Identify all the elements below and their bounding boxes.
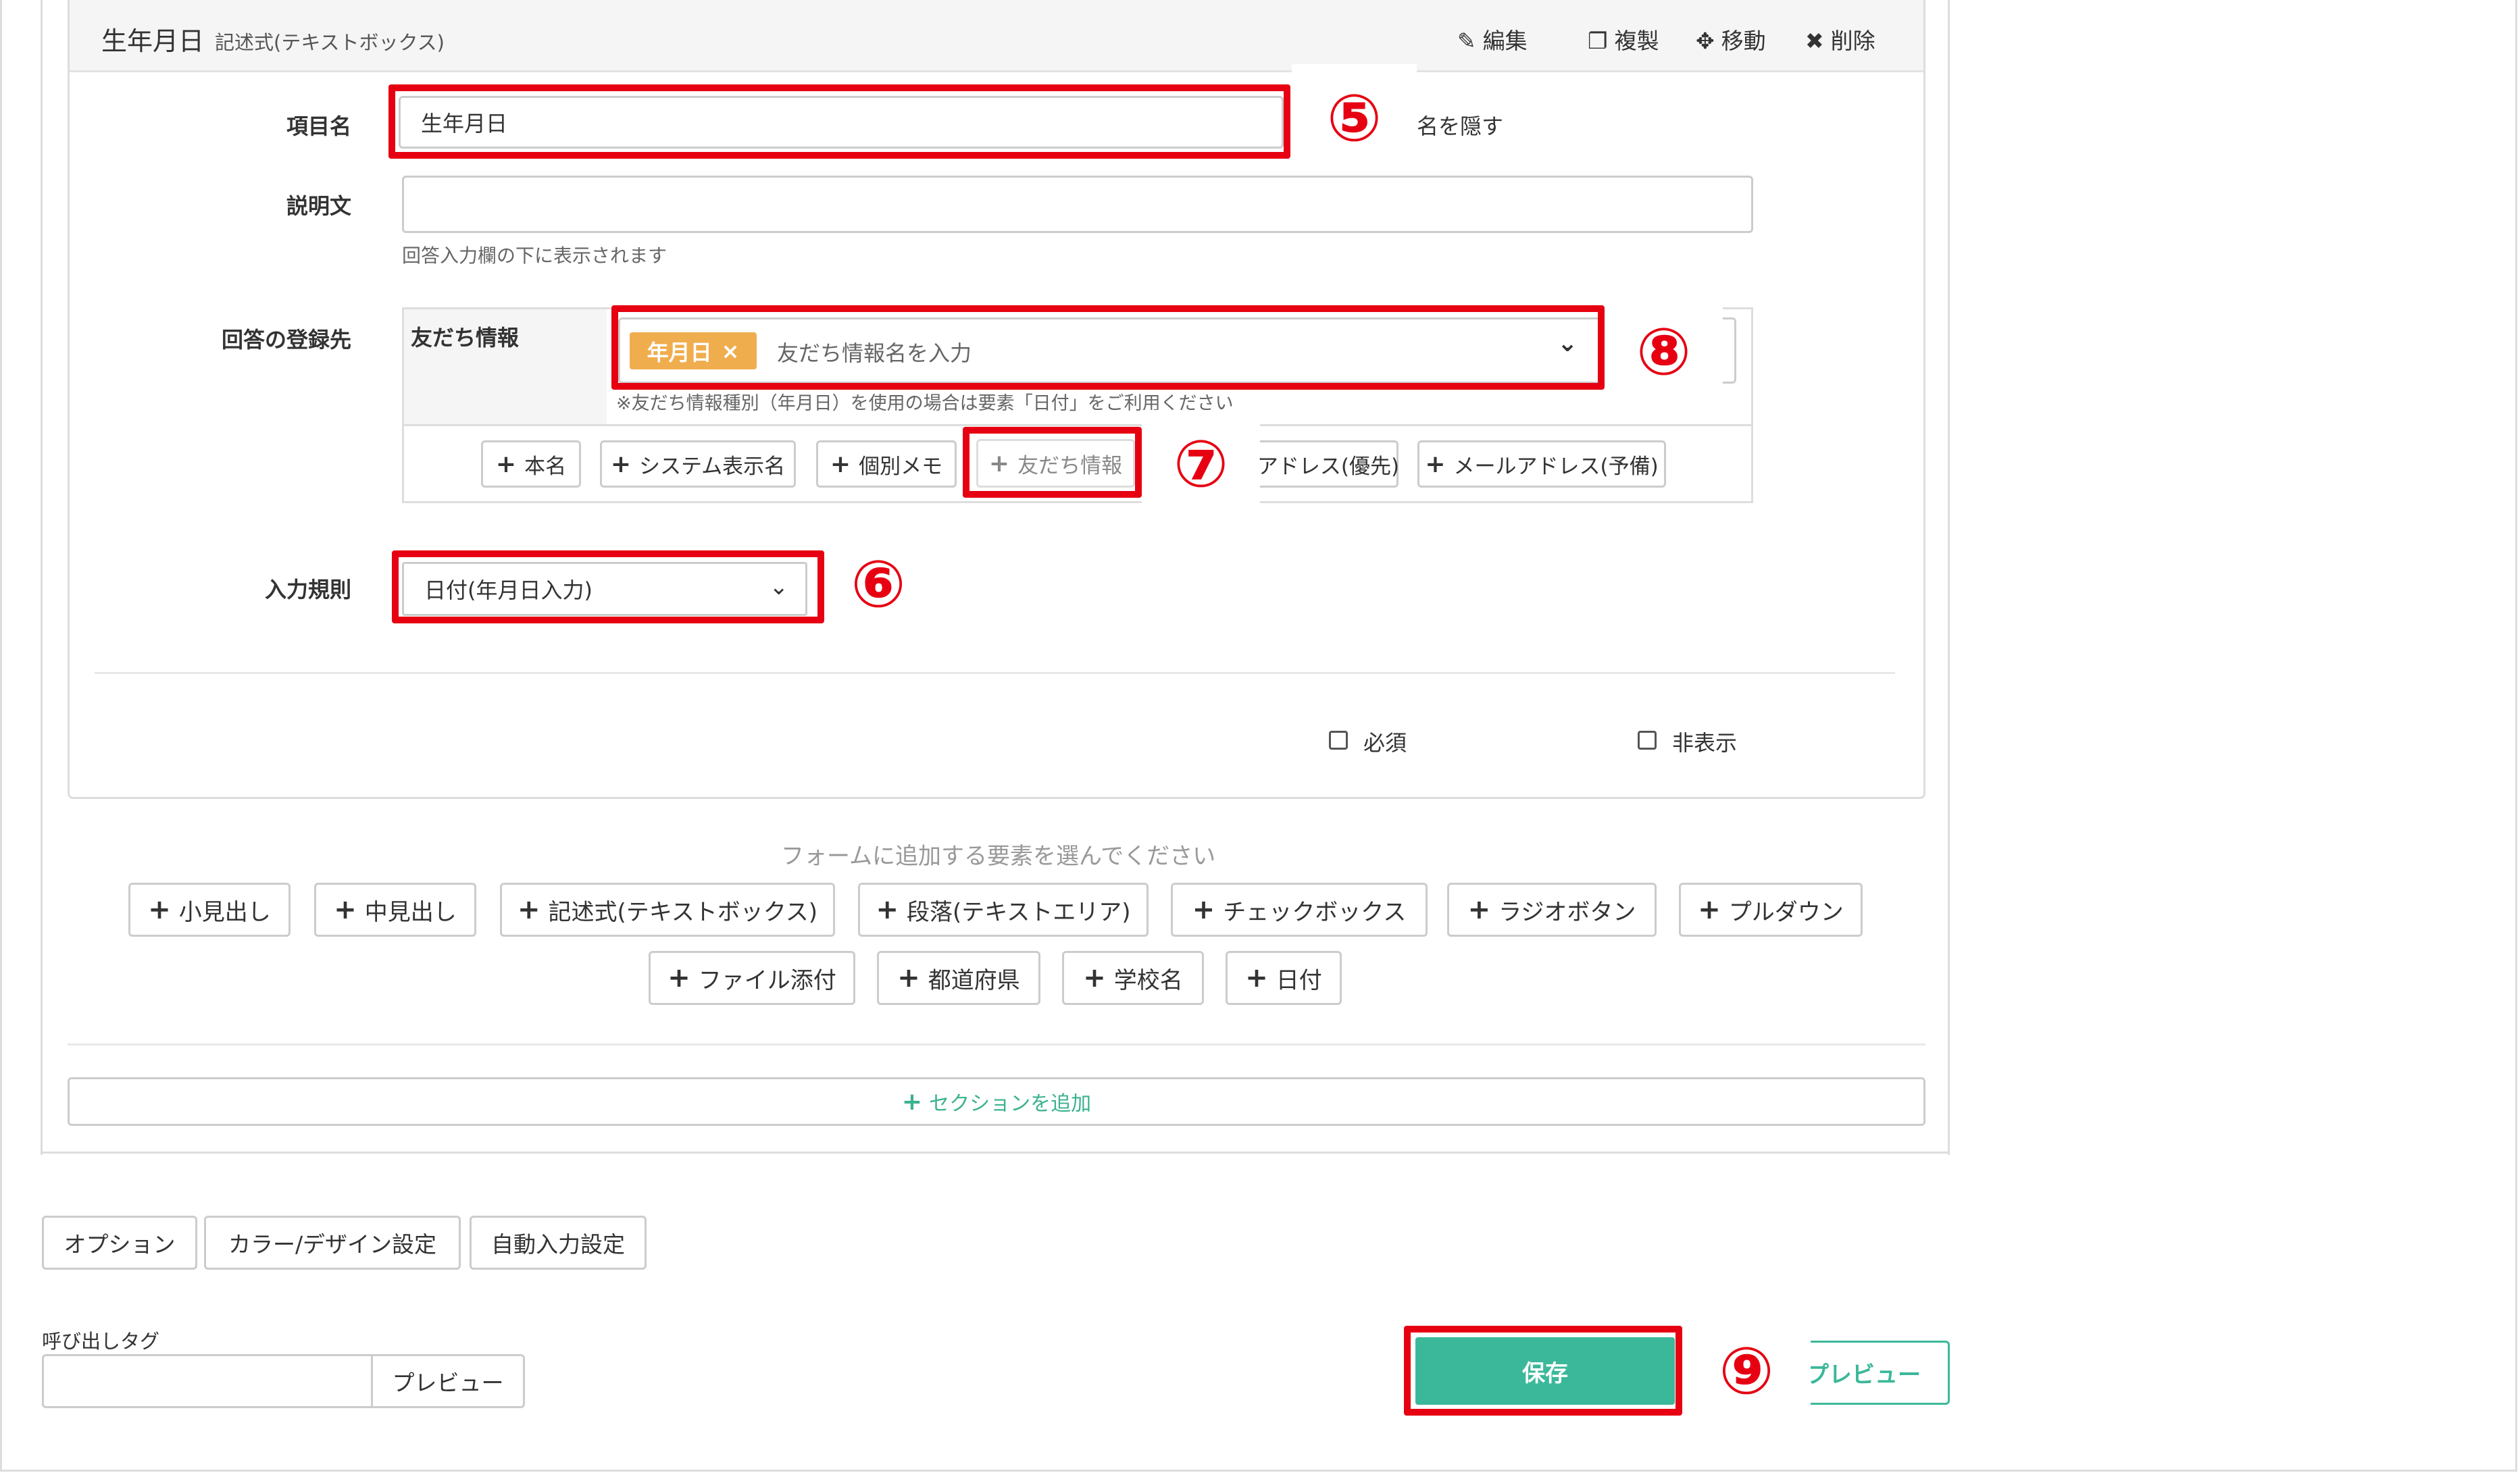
plus-icon: +: [495, 450, 517, 478]
dest-button-memo[interactable]: + 個別メモ: [816, 440, 957, 488]
annotation-5: ⑤: [1292, 64, 1417, 172]
plus-icon: +: [610, 450, 632, 478]
add-date-button[interactable]: + 日付: [1226, 951, 1342, 1005]
plus-icon: +: [1425, 450, 1446, 478]
registration-divider: [404, 424, 1751, 426]
add-section-button[interactable]: + セクションを追加: [68, 1077, 1925, 1126]
delete-icon: ✖: [1805, 28, 1824, 54]
highlight-item-name: [388, 84, 1290, 159]
hidden-checkbox[interactable]: [1638, 731, 1657, 750]
add-medium-heading-button[interactable]: + 中見出し: [314, 883, 476, 937]
add-textbox-button[interactable]: + 記述式(テキストボックス): [500, 883, 835, 937]
move-icon: ✥: [1696, 28, 1715, 54]
plus-icon: +: [1083, 962, 1106, 993]
annotation-7: ⑦: [1142, 410, 1260, 518]
dest-button-honmyo[interactable]: + 本名: [481, 440, 581, 488]
annotation-8: ⑧: [1605, 299, 1723, 404]
tab-color-design[interactable]: カラー/デザイン設定: [204, 1216, 461, 1270]
add-elements-prompt: フォームに追加する要素を選んでください: [781, 843, 1216, 870]
plus-icon: +: [897, 962, 920, 993]
highlight-friend-info-button: [963, 427, 1142, 498]
annotation-9: ⑨: [1682, 1317, 1811, 1425]
container-border-right: [1948, 0, 1950, 1155]
divider: [95, 672, 1895, 674]
call-tag-label: 呼び出しタグ: [42, 1330, 160, 1353]
plus-icon: +: [1467, 894, 1491, 925]
container-border-left: [41, 0, 43, 1155]
required-label: 必須: [1363, 730, 1407, 756]
copy-icon: ❐: [1588, 28, 1608, 54]
field-title: 生年月日: [101, 26, 205, 56]
description-hint: 回答入力欄の下に表示されます: [402, 244, 667, 267]
plus-icon: +: [148, 894, 171, 925]
plus-icon: +: [1192, 894, 1215, 925]
plus-icon: +: [830, 450, 851, 478]
hidden-label: 非表示: [1672, 730, 1738, 756]
description-label: 説明文: [286, 193, 351, 219]
plus-icon: +: [901, 1087, 923, 1116]
required-checkbox[interactable]: [1329, 731, 1348, 750]
dest-button-address-primary[interactable]: アドレス(優先): [1257, 440, 1399, 488]
add-file-button[interactable]: + ファイル添付: [649, 951, 855, 1005]
plus-icon: +: [1698, 894, 1721, 925]
add-pulldown-button[interactable]: + プルダウン: [1679, 883, 1863, 937]
add-radio-button[interactable]: + ラジオボタン: [1447, 883, 1657, 937]
edit-button[interactable]: ✎ 編集: [1457, 23, 1528, 55]
tab-options[interactable]: オプション: [42, 1216, 197, 1270]
call-tag-input[interactable]: [42, 1354, 373, 1408]
add-textarea-button[interactable]: + 段落(テキストエリア): [858, 883, 1149, 937]
friend-info-label: 友だち情報: [411, 325, 520, 351]
delete-button[interactable]: ✖ 削除: [1805, 23, 1875, 55]
pencil-icon: ✎: [1457, 28, 1476, 54]
item-name-label: 項目名: [286, 113, 351, 139]
plus-icon: +: [667, 962, 690, 993]
divider: [68, 1043, 1925, 1045]
input-rule-label: 入力規則: [264, 577, 351, 602]
dest-button-system-name[interactable]: + システム表示名: [600, 440, 796, 488]
add-checkbox-button[interactable]: + チェックボックス: [1171, 883, 1428, 937]
move-button[interactable]: ✥ 移動: [1696, 23, 1766, 55]
duplicate-button[interactable]: ❐ 複製: [1588, 23, 1659, 55]
tab-auto-input[interactable]: 自動入力設定: [470, 1216, 647, 1270]
hide-name-text[interactable]: 名を隠す: [1417, 109, 1503, 140]
registration-label: 回答の登録先: [221, 327, 351, 353]
field-type-label: 記述式(テキストボックス): [215, 31, 445, 54]
container-border-bottom: [41, 1152, 1950, 1154]
add-prefecture-button[interactable]: + 都道府県: [877, 951, 1040, 1005]
dest-button-email-backup[interactable]: + メールアドレス(予備): [1417, 440, 1666, 488]
add-school-button[interactable]: + 学校名: [1062, 951, 1204, 1005]
description-input[interactable]: [402, 176, 1753, 233]
plus-icon: +: [876, 894, 899, 925]
friend-info-note: ※友だち情報種別（年月日）を使用の場合は要素「日付」をご利用ください: [616, 393, 1234, 414]
add-small-heading-button[interactable]: + 小見出し: [128, 883, 291, 937]
plus-icon: +: [1245, 962, 1268, 993]
highlight-friend-info: [611, 305, 1605, 390]
plus-icon: +: [517, 894, 540, 925]
call-tag-preview-button[interactable]: プレビュー: [371, 1354, 525, 1408]
highlight-input-rule: [392, 550, 824, 623]
annotation-6: ⑥: [851, 546, 906, 622]
plus-icon: +: [334, 894, 357, 925]
highlight-save: [1404, 1326, 1682, 1416]
